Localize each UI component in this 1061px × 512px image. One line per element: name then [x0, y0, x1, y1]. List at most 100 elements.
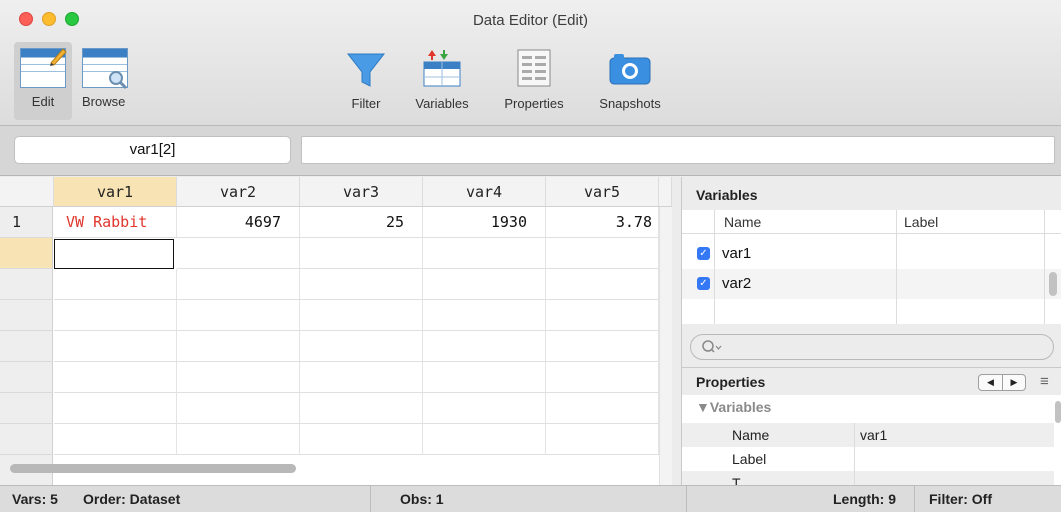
grid-cell[interactable] [423, 393, 546, 424]
grid-cell[interactable] [300, 424, 423, 455]
variable-row[interactable]: ✓ var2 [682, 269, 1061, 299]
horizontal-scrollbar[interactable] [10, 464, 296, 473]
row-header-1[interactable]: 1 [0, 207, 53, 238]
cell-var1-row1[interactable]: VW Rabbit [54, 207, 177, 238]
row-header[interactable] [0, 393, 53, 424]
row-header[interactable] [0, 424, 53, 455]
corner-header[interactable] [0, 177, 54, 207]
cell-var3-row1[interactable]: 25 [300, 207, 423, 238]
property-value[interactable]: var1 [860, 423, 887, 447]
grid-cell[interactable] [177, 269, 300, 300]
properties-scrollbar[interactable] [1055, 401, 1061, 423]
cell-var2-row1[interactable]: 4697 [177, 207, 300, 238]
variables-scrollbar[interactable] [1049, 272, 1057, 296]
grid-cell[interactable] [423, 424, 546, 455]
grid-cell[interactable] [177, 362, 300, 393]
grid-cell[interactable] [546, 238, 659, 269]
cell-reference-field[interactable]: var1[2] [14, 136, 291, 164]
grid-cell[interactable] [300, 393, 423, 424]
status-filter: Filter: Off [929, 491, 992, 507]
next-arrow-icon[interactable]: ▶ [1002, 375, 1025, 390]
grid-cell[interactable] [300, 362, 423, 393]
grid-cell[interactable] [546, 393, 659, 424]
grid-cell[interactable] [54, 393, 177, 424]
properties-header: Properties ◀ ▶ ≡ [682, 367, 1061, 395]
grid-cell[interactable] [546, 300, 659, 331]
column-header-filler [659, 177, 672, 207]
cell-var4-row1[interactable]: 1930 [423, 207, 546, 238]
grid-cell[interactable] [423, 331, 546, 362]
grid-cell[interactable] [54, 362, 177, 393]
checkmark-icon[interactable]: ✓ [697, 277, 710, 290]
grid-cell[interactable] [546, 331, 659, 362]
grid-cell[interactable] [300, 300, 423, 331]
row-header[interactable] [0, 362, 53, 393]
menu-icon[interactable]: ≡ [1040, 373, 1049, 390]
grid-cell[interactable] [300, 331, 423, 362]
grid-cell[interactable] [300, 269, 423, 300]
variables-icon [423, 50, 461, 87]
grid-cell[interactable] [546, 424, 659, 455]
properties-panel-title: Properties [696, 374, 766, 390]
grid-cell[interactable] [546, 269, 659, 300]
row-header-2[interactable] [0, 238, 53, 269]
grid-cell[interactable] [423, 362, 546, 393]
cell-var5-row1[interactable]: 3.78 [546, 207, 659, 238]
column-header-var4[interactable]: var4 [423, 177, 546, 207]
browse-label: Browse [82, 94, 126, 109]
variables-label: Variables [415, 96, 469, 111]
snapshots-button[interactable]: Snapshots [584, 44, 676, 124]
grid-cell[interactable] [300, 238, 423, 269]
column-header-var5[interactable]: var5 [546, 177, 659, 207]
grid-cell[interactable] [177, 300, 300, 331]
grid-cell[interactable] [423, 238, 546, 269]
filter-button[interactable]: Filter [340, 44, 392, 124]
grid-cell[interactable] [177, 393, 300, 424]
grid-cell[interactable] [177, 331, 300, 362]
edit-mode-button[interactable]: Edit [14, 42, 72, 120]
grid-cell[interactable] [177, 424, 300, 455]
properties-nav-segment[interactable]: ◀ ▶ [978, 374, 1026, 391]
cell-entry-bar: var1[2] [0, 126, 1061, 176]
label-column-header[interactable]: Label [904, 214, 938, 230]
grid-cell[interactable] [177, 238, 300, 269]
grid-cell[interactable] [54, 331, 177, 362]
variables-panel-title: Variables [696, 187, 758, 203]
browse-mode-button[interactable]: Browse [78, 42, 146, 120]
window-title: Data Editor (Edit) [472, 12, 589, 29]
variables-search-input[interactable] [690, 334, 1054, 360]
variable-row[interactable]: ✓ var1 [682, 239, 1061, 269]
grid-cell[interactable] [54, 300, 177, 331]
grid-cell[interactable] [546, 362, 659, 393]
property-row-name[interactable]: Name var1 [682, 423, 1054, 447]
column-divider [714, 210, 715, 324]
grid-right-gutter [659, 207, 672, 485]
property-row-label[interactable]: Label [682, 447, 1054, 471]
properties-table[interactable]: ▼Variables Name var1 Label T [682, 395, 1061, 485]
grid-cell[interactable] [54, 424, 177, 455]
name-column-header[interactable]: Name [724, 214, 761, 230]
data-grid[interactable]: var1 var2 var3 var4 var5 1 VW Rabbit 469… [0, 177, 672, 485]
previous-arrow-icon[interactable]: ◀ [979, 375, 1002, 390]
properties-button[interactable]: Properties [490, 44, 578, 124]
status-vars: Vars: 5 [12, 491, 58, 507]
variables-table-header: Name Label [682, 210, 1061, 234]
grid-cell[interactable] [423, 269, 546, 300]
property-key: Label [732, 451, 767, 467]
property-row-type[interactable]: T [682, 471, 1054, 485]
cell-value-field[interactable] [301, 136, 1055, 164]
column-header-var2[interactable]: var2 [177, 177, 300, 207]
row-header[interactable] [0, 269, 53, 300]
variables-button[interactable]: Variables [404, 44, 480, 124]
side-panels: Variables Name Label ✓ var1 ✓ var2 Prope… [681, 177, 1061, 485]
row-header[interactable] [0, 331, 53, 362]
column-header-var3[interactable]: var3 [300, 177, 423, 207]
grid-cell[interactable] [54, 269, 177, 300]
selected-cell[interactable] [54, 239, 174, 269]
checkmark-icon[interactable]: ✓ [697, 247, 710, 260]
row-header[interactable] [0, 300, 53, 331]
variables-group-label[interactable]: ▼Variables [696, 399, 771, 415]
column-header-var1[interactable]: var1 [54, 177, 177, 207]
grid-cell[interactable] [423, 300, 546, 331]
variables-table[interactable]: Name Label ✓ var1 ✓ var2 [682, 210, 1061, 324]
